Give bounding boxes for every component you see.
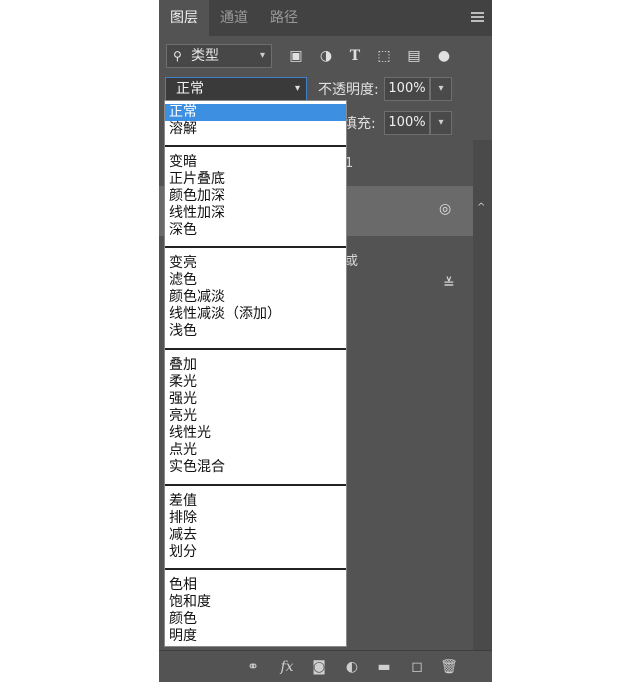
filter-kind-label: 类型	[191, 48, 219, 64]
blend-option-screen[interactable]: 滤色	[169, 272, 197, 289]
type-filter-icon[interactable]: T	[343, 44, 367, 68]
blend-option-pin-light[interactable]: 点光	[169, 442, 197, 459]
fill-input[interactable]: 100%	[384, 111, 430, 135]
blend-option-overlay[interactable]: 叠加	[169, 357, 197, 374]
blend-option-difference[interactable]: 差值	[169, 493, 197, 510]
pixel-filter-icon[interactable]: ▣	[284, 44, 308, 68]
blend-option-multiply[interactable]: 正片叠底	[169, 171, 225, 188]
blend-option-soft-light[interactable]: 柔光	[169, 374, 197, 391]
fx-icon[interactable]: fx	[277, 657, 297, 677]
blend-option-color-burn[interactable]: 颜色加深	[169, 188, 225, 205]
link-layers-icon[interactable]: ⚭	[243, 657, 263, 677]
blend-mode-value: 正常	[176, 81, 204, 97]
blend-option-subtract[interactable]: 减去	[169, 527, 197, 544]
layer-filter-select[interactable]: ⚲ 类型 ▾	[166, 44, 272, 68]
search-icon: ⚲	[173, 49, 182, 63]
layers-bottom-bar: ⚭ fx ◙ ◐ ▬ ◻ 🗑	[159, 650, 492, 682]
opacity-dropdown-button[interactable]: ▾	[430, 77, 452, 101]
menu-separator	[165, 145, 346, 147]
smart-filter-icon[interactable]: ◎	[439, 201, 451, 217]
mask-icon[interactable]: ◙	[309, 657, 329, 677]
blend-option-luminosity[interactable]: 明度	[169, 628, 197, 645]
blend-option-hue[interactable]: 色相	[169, 577, 197, 594]
opacity-label: 不透明度:	[318, 82, 379, 98]
new-layer-icon[interactable]: ◻	[407, 657, 427, 677]
blend-option-darken[interactable]: 变暗	[169, 154, 197, 171]
tab-layers[interactable]: 图层	[159, 0, 209, 36]
panel-menu-icon[interactable]	[471, 12, 484, 22]
opacity-input[interactable]: 100%	[384, 77, 430, 101]
blend-mode-select[interactable]: 正常 ▾	[165, 77, 307, 101]
tab-channels[interactable]: 通道	[209, 0, 259, 36]
blend-option-saturation[interactable]: 饱和度	[169, 594, 211, 611]
filter-toggle-icon[interactable]: ●	[432, 44, 456, 68]
blend-option-darker-color[interactable]: 深色	[169, 222, 197, 239]
trash-icon[interactable]: 🗑	[439, 657, 459, 677]
blend-option-vivid-light[interactable]: 亮光	[169, 408, 197, 425]
tab-paths[interactable]: 路径	[259, 0, 309, 36]
fill-label: 填充:	[343, 116, 376, 132]
blend-option-lighter-color[interactable]: 浅色	[169, 323, 197, 340]
blend-option-hard-light[interactable]: 强光	[169, 391, 197, 408]
blend-option-exclusion[interactable]: 排除	[169, 510, 197, 527]
chevron-down-icon: ▾	[294, 83, 300, 94]
menu-separator	[165, 568, 346, 570]
chevron-down-icon: ▾	[259, 50, 265, 61]
layers-scrollbar[interactable]: ^	[473, 140, 492, 650]
smart-object-filter-icon[interactable]: ▤	[402, 44, 426, 68]
blend-mode-dropdown: 正常 溶解 变暗 正片叠底 颜色加深 线性加深 深色 变亮 滤色 颜色减淡 线性…	[164, 100, 347, 647]
menu-separator	[165, 246, 346, 248]
fill-dropdown-button[interactable]: ▾	[430, 111, 452, 135]
blend-option-dissolve[interactable]: 溶解	[169, 121, 197, 138]
group-folder-icon[interactable]: ▬	[374, 657, 394, 677]
blend-option-color[interactable]: 颜色	[169, 611, 197, 628]
blend-option-lighten[interactable]: 变亮	[169, 255, 197, 272]
menu-separator	[165, 484, 346, 486]
blend-option-linear-burn[interactable]: 线性加深	[169, 205, 225, 222]
adjustment-layer-icon[interactable]: ◐	[342, 657, 362, 677]
blend-option-hard-mix[interactable]: 实色混合	[169, 459, 225, 476]
blend-option-divide[interactable]: 划分	[169, 544, 197, 561]
filter-options-icon[interactable]: ≚	[443, 276, 455, 292]
panel-tabbar: 图层 通道 路径	[159, 0, 492, 36]
blend-option-color-dodge[interactable]: 颜色减淡	[169, 289, 225, 306]
chevron-up-icon[interactable]: ^	[477, 202, 485, 213]
menu-separator	[165, 348, 346, 350]
adjustment-filter-icon[interactable]: ◑	[314, 44, 338, 68]
shape-filter-icon[interactable]: ⬚	[372, 44, 396, 68]
blend-option-normal[interactable]: 正常	[165, 104, 346, 121]
blend-option-linear-light[interactable]: 线性光	[169, 425, 211, 442]
blend-option-linear-dodge[interactable]: 线性减淡（添加）	[169, 306, 281, 323]
